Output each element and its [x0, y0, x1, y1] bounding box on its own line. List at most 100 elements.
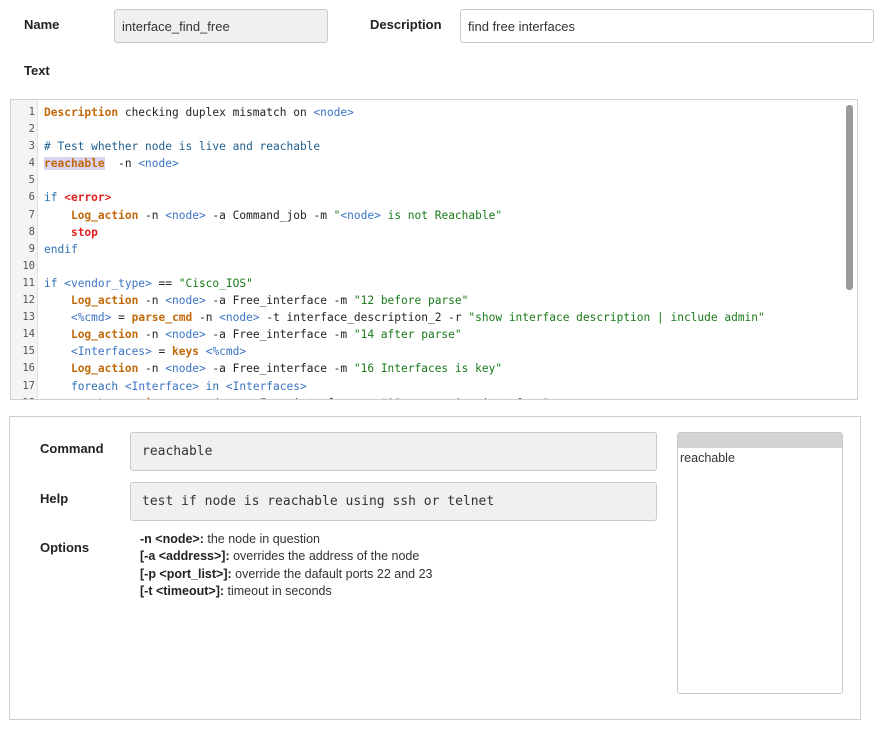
line-number: 12	[22, 294, 35, 307]
code-line[interactable]: 7 Log_action -n <node> -a Command_job -m…	[11, 207, 843, 224]
code-token: <node>	[165, 294, 206, 308]
code-line[interactable]: 8 stop	[11, 224, 843, 241]
name-label: Name	[24, 17, 60, 32]
code-token: <error>	[64, 191, 112, 205]
command-listbox[interactable]: reachable	[677, 432, 843, 694]
code-token: -n	[138, 208, 166, 222]
line-number: 3	[28, 140, 35, 153]
line-number: 8	[28, 225, 35, 238]
editor-scrollbar-thumb[interactable]	[846, 105, 853, 290]
line-number: 7	[28, 208, 35, 221]
option-item: [-p <port_list>]: override the dafault p…	[140, 566, 433, 583]
code-token: -t interface_description_2 -r	[259, 311, 469, 325]
code-token: <vendor_type>	[64, 276, 152, 290]
code-token: Log_action	[70, 362, 139, 376]
code-token: checking duplex mismatch on	[118, 106, 314, 119]
code-token: -n	[165, 397, 192, 399]
code-text: Log_action -n <node> -a Command_job -m "…	[44, 207, 502, 224]
code-line[interactable]: 18 Log_action -n <node> -a Free_interfac…	[11, 395, 843, 399]
code-token: reachable	[44, 157, 105, 171]
code-text: Log_action -n <node> -a Free_interface -…	[44, 395, 549, 399]
code-token: -a Command_job -m	[205, 208, 334, 222]
code-text: # Test whether node is live and reachabl…	[44, 138, 320, 155]
code-line[interactable]: 9 endif	[11, 241, 843, 258]
code-line[interactable]: 15 <Interfaces> = keys <%cmd>	[11, 343, 843, 360]
option-description: timeout in seconds	[224, 583, 332, 598]
code-token: stop	[70, 225, 98, 239]
code-token: <node>	[340, 208, 381, 222]
code-text: endif	[44, 241, 78, 258]
code-token: "16 Interfaces is key"	[353, 362, 503, 376]
code-line[interactable]: 5	[11, 172, 843, 189]
line-number: 4	[28, 157, 35, 170]
line-number: 10	[22, 259, 35, 272]
code-line[interactable]: 4 reachable -n <node>	[11, 155, 843, 172]
command-field[interactable]: reachable	[130, 432, 657, 471]
code-text: Description checking duplex mismatch on …	[44, 104, 354, 121]
code-token: endif	[44, 242, 78, 256]
help-label: Help	[40, 491, 69, 506]
line-number: 14	[22, 328, 35, 341]
code-token: if	[44, 276, 65, 290]
option-flag: -n <node>:	[140, 532, 204, 546]
code-line[interactable]: 13 <%cmd> = parse_cmd -n <node> -t inter…	[11, 309, 843, 326]
help-field[interactable]: test if node is reachable using ssh or t…	[130, 482, 657, 521]
code-line[interactable]: 14 Log_action -n <node> -a Free_interfac…	[11, 326, 843, 343]
code-token: <node>	[165, 328, 206, 342]
code-token: <%cmd>	[70, 311, 112, 325]
code-token: -a Free_interface -m	[205, 328, 354, 342]
code-token: <node>	[313, 106, 354, 119]
name-field[interactable]: interface_find_free	[114, 9, 328, 43]
code-text: Log_action -n <node> -a Free_interface -…	[44, 292, 468, 309]
script-editor[interactable]: 1 Description checking duplex mismatch on…	[10, 99, 858, 400]
code-token: -n	[138, 328, 166, 342]
description-field[interactable]: find free interfaces	[460, 9, 874, 43]
code-line[interactable]: 11 if <vendor_type> == "Cisco_IOS"	[11, 275, 843, 292]
code-line[interactable]: 10	[11, 258, 843, 275]
code-token: "12 before parse"	[353, 294, 469, 308]
listbox-item[interactable]: reachable	[678, 448, 842, 468]
code-token: <Interface>	[124, 379, 199, 393]
code-text: if <vendor_type> == "Cisco_IOS"	[44, 275, 253, 292]
line-number: 11	[22, 276, 35, 289]
code-token: -n	[192, 311, 220, 325]
options-label: Options	[40, 540, 90, 555]
code-text: reachable -n <node>	[44, 155, 179, 172]
code-token: "Cisco_IOS"	[178, 276, 253, 290]
code-token: "18 processing interface"	[381, 397, 549, 399]
code-line[interactable]: 17 foreach <Interface> in <Interfaces>	[11, 378, 843, 395]
code-token: -a Free_interface -m	[233, 397, 381, 399]
code-line[interactable]: 12 Log_action -n <node> -a Free_interfac…	[11, 292, 843, 309]
code-line[interactable]: 3 # Test whether node is live and reachab…	[11, 138, 843, 155]
listbox-items: reachable	[678, 448, 842, 468]
editor-scrollbar[interactable]	[846, 102, 855, 397]
code-line[interactable]: 6 if <error>	[11, 189, 843, 206]
code-token: <node>	[165, 208, 206, 222]
code-line[interactable]: 1 Description checking duplex mismatch on…	[11, 104, 843, 121]
code-token: <%cmd>	[205, 345, 247, 359]
code-text: stop	[44, 224, 98, 241]
code-line[interactable]: 16 Log_action -n <node> -a Free_interfac…	[11, 360, 843, 377]
line-number: 17	[22, 379, 35, 392]
code-line[interactable]: 2	[11, 121, 843, 138]
text-label: Text	[24, 63, 50, 78]
option-item: [-a <address>]: overrides the address of…	[140, 548, 433, 565]
code-token: -n	[138, 294, 166, 308]
code-text: <%cmd> = parse_cmd -n <node> -t interfac…	[44, 309, 765, 326]
option-item: [-t <timeout>]: timeout in seconds	[140, 583, 433, 600]
line-number: 5	[28, 174, 35, 187]
options-list: -n <node>: the node in question [-a <addr…	[140, 531, 433, 600]
line-number: 18	[11, 395, 35, 399]
code-token: # Test whether node is live and reachabl…	[44, 140, 321, 154]
code-lines: 1 Description checking duplex mismatch on…	[11, 104, 843, 399]
code-text: Log_action -n <node> -a Free_interface -…	[44, 326, 462, 343]
code-token: <node>	[219, 311, 260, 325]
description-label: Description	[370, 17, 442, 32]
code-token: <Interfaces>	[70, 345, 152, 359]
